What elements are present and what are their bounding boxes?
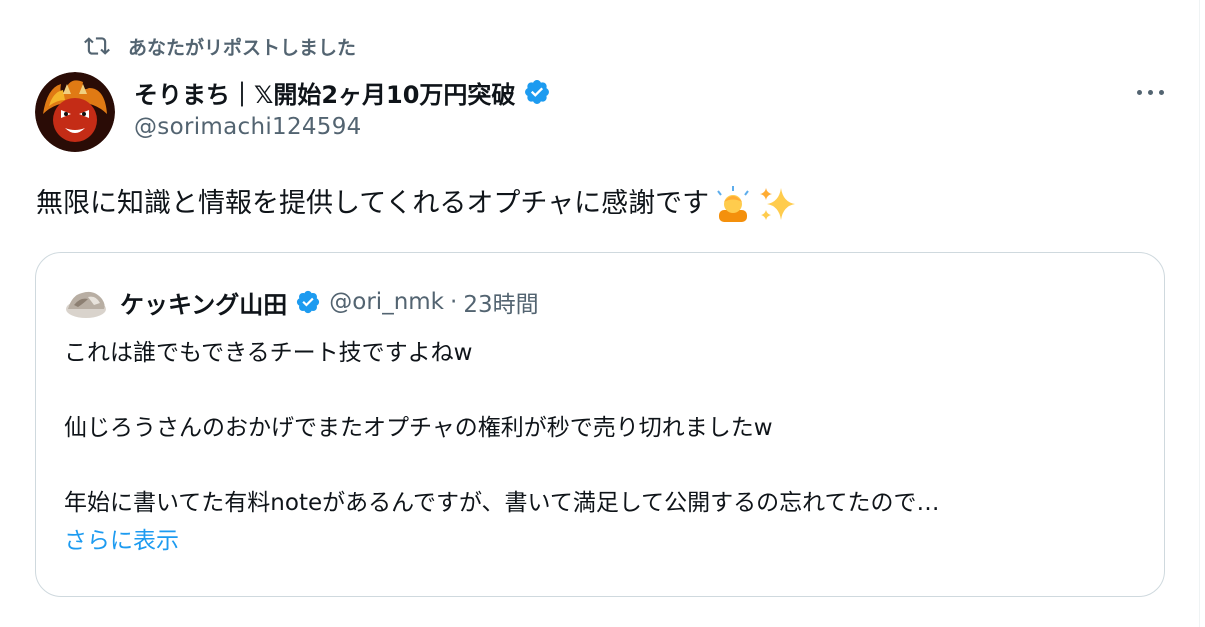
verified-badge-icon[interactable] bbox=[523, 78, 551, 106]
bowing-person-emoji bbox=[717, 186, 749, 222]
quoted-author-handle[interactable]: @ori_nmk bbox=[329, 289, 444, 315]
quoted-tweet[interactable]: ケッキング山田 @ori_nmk · 23時間 これは誰でもできるチート技ですよ… bbox=[35, 252, 1165, 597]
quoted-tweet-header: ケッキング山田 @ori_nmk · 23時間 bbox=[64, 283, 539, 321]
repost-icon bbox=[84, 37, 110, 55]
more-icon[interactable] bbox=[1128, 78, 1172, 106]
author-name[interactable]: そりまち｜𝕏開始2ヶ月10万円突破 bbox=[134, 75, 515, 110]
column-border bbox=[1199, 0, 1200, 627]
quoted-verified-badge-icon[interactable] bbox=[295, 289, 321, 315]
separator-dot: · bbox=[450, 289, 458, 315]
author-name-row[interactable]: そりまち｜𝕏開始2ヶ月10万円突破 bbox=[134, 74, 551, 110]
show-more-link[interactable]: さらに表示 bbox=[64, 523, 1144, 561]
sparkles-emoji bbox=[760, 188, 796, 220]
tweet-text-content: 無限に知識と情報を提供してくれるオプチャに感謝です bbox=[36, 188, 710, 219]
author-avatar[interactable] bbox=[35, 72, 115, 152]
quoted-author-name[interactable]: ケッキング山田 bbox=[120, 285, 287, 320]
tweet-text: 無限に知識と情報を提供してくれるオプチャに感謝です bbox=[36, 180, 797, 228]
repost-label: あなたがリポストしました bbox=[128, 36, 357, 59]
quoted-line: 仙じろうさんのおかげでまたオプチャの権利が秒で売り切れましたw bbox=[64, 415, 773, 441]
quoted-author-avatar[interactable] bbox=[64, 285, 108, 319]
repost-indicator[interactable]: あなたがリポストしました bbox=[84, 30, 356, 62]
quoted-line: これは誰でもできるチート技ですよねw bbox=[64, 340, 473, 366]
quoted-line: 年始に書いてた有料noteがあるんですが、書いて満足して公開するの忘れてたので… bbox=[64, 490, 940, 516]
quoted-tweet-body: これは誰でもできるチート技ですよねw 仙じろうさんのおかげでまたオプチャの権利が… bbox=[64, 335, 1144, 560]
author-handle[interactable]: @sorimachi124594 bbox=[134, 114, 362, 140]
quoted-timestamp[interactable]: 23時間 bbox=[463, 285, 538, 319]
